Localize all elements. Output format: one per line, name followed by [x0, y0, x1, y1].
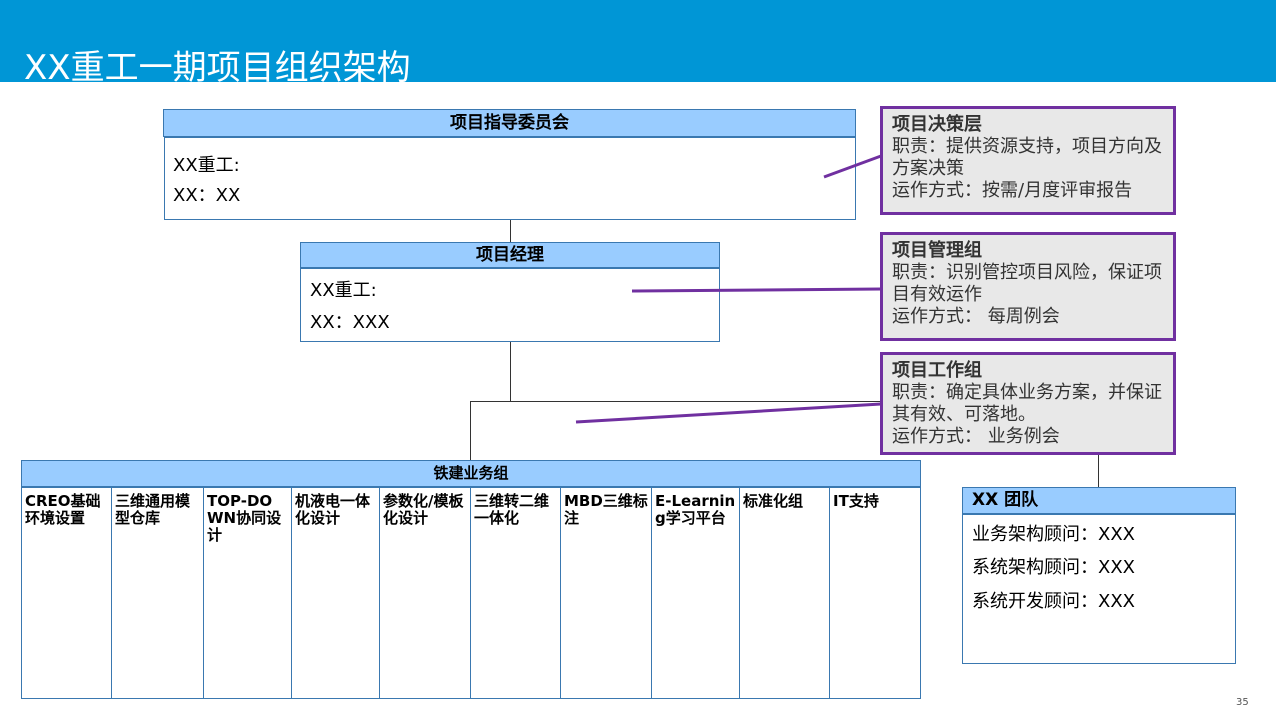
- connector-team: [1098, 454, 1099, 487]
- business-group-header: 铁建业务组: [21, 460, 921, 487]
- steering-line-1: XX重工:: [173, 155, 240, 176]
- steering-line-2: XX：XX: [173, 185, 241, 206]
- connector-horizontal: [470, 401, 880, 402]
- pm-line-1: XX重工:: [310, 280, 377, 301]
- note-working-mode: 运作方式： 业务例会: [892, 426, 1060, 447]
- note-decision-title: 项目决策层: [892, 114, 982, 135]
- business-column: 机液电一体化设计: [291, 487, 380, 699]
- business-column: E-Learning学习平台: [651, 487, 740, 699]
- note-decision-mode: 运作方式：按需/月度评审报告: [892, 180, 1133, 201]
- note-working-group: 项目工作组 职责：确定具体业务方案，并保证其有效、可落地。 运作方式： 业务例会: [880, 352, 1176, 455]
- note-management-title: 项目管理组: [892, 240, 982, 261]
- note-management-group: 项目管理组 职责：识别管控项目风险，保证项目有效运作 运作方式： 每周例会: [880, 232, 1176, 341]
- note-management-mode: 运作方式： 每周例会: [892, 306, 1060, 327]
- steering-committee-header: 项目指导委员会: [163, 109, 856, 137]
- project-manager-header: 项目经理: [300, 242, 720, 268]
- business-column: CREO基础环境设置: [21, 487, 112, 699]
- note-working-duty: 职责：确定具体业务方案，并保证其有效、可落地。: [892, 382, 1162, 425]
- business-column: 三维通用模型仓库: [111, 487, 204, 699]
- page-number: 35: [1236, 697, 1249, 708]
- business-column: 三维转二维一体化: [470, 487, 561, 699]
- team-header: XX 团队: [962, 487, 1236, 514]
- steering-committee-box: [164, 137, 856, 220]
- team-member: 系统架构顾问：XXX: [972, 557, 1135, 578]
- team-member: 业务架构顾问：XXX: [972, 524, 1135, 545]
- connector-pm-down: [510, 341, 511, 402]
- note-decision-layer: 项目决策层 职责：提供资源支持，项目方向及方案决策 运作方式：按需/月度评审报告: [880, 106, 1176, 215]
- business-column: MBD三维标注: [560, 487, 652, 699]
- pointer-working: [575, 402, 882, 424]
- page-title: XX重工一期项目组织架构: [24, 48, 411, 88]
- connector-steering-pm: [510, 220, 511, 243]
- team-member: 系统开发顾问：XXX: [972, 591, 1135, 612]
- note-decision-duty: 职责：提供资源支持，项目方向及方案决策: [892, 136, 1162, 179]
- pm-line-2: XX：XXX: [310, 312, 390, 333]
- business-column: IT支持: [829, 487, 921, 699]
- note-management-duty: 职责：识别管控项目风险，保证项目有效运作: [892, 262, 1162, 305]
- business-column: 参数化/模板化设计: [379, 487, 471, 699]
- business-column: 标准化组: [739, 487, 830, 699]
- business-column: TOP-DOWN协同设计: [203, 487, 292, 699]
- connector-business: [470, 401, 471, 461]
- note-working-title: 项目工作组: [892, 360, 982, 381]
